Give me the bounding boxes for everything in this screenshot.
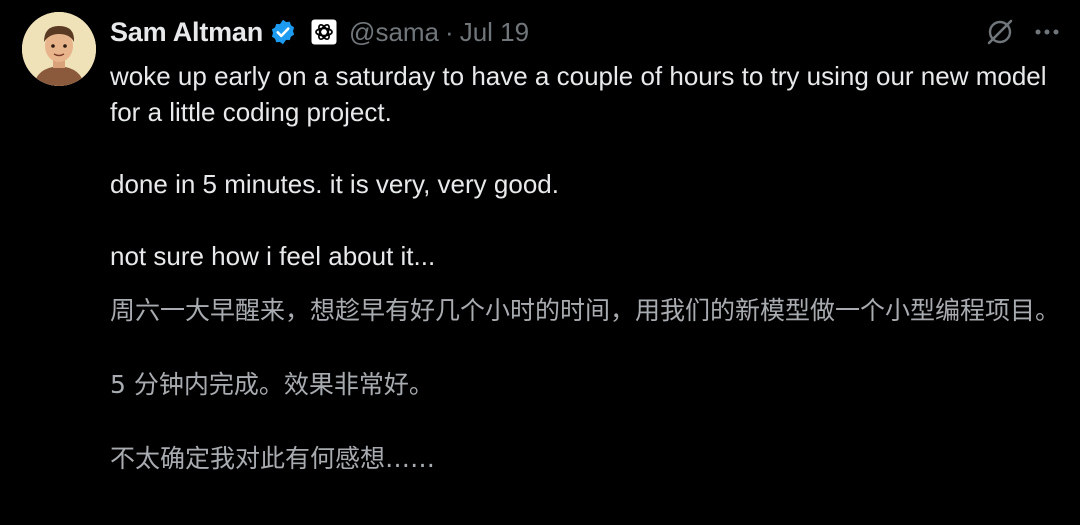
translation-paragraph: 不太确定我对此有何感想…… [110, 444, 436, 473]
tweet-paragraph: done in 5 minutes. it is very, very good… [110, 169, 559, 199]
translation-paragraph: 5 分钟内完成。效果非常好。 [110, 370, 434, 399]
author-name[interactable]: Sam Altman [110, 17, 263, 48]
tweet-date[interactable]: Jul 19 [460, 17, 529, 48]
tweet: Sam Altman @sama · Jul 19 woke up early … [0, 0, 1080, 525]
translation-paragraph: 周六一大早醒来，想趁早有好几个小时的时间，用我们的新模型做一个小型编程项目。 [110, 296, 1061, 325]
more-options-icon[interactable] [1032, 17, 1062, 47]
verified-badge-icon [269, 18, 297, 46]
openai-logo-icon[interactable] [311, 19, 337, 45]
grok-icon[interactable] [984, 16, 1016, 48]
tweet-actions [984, 14, 1062, 50]
avatar[interactable] [22, 12, 96, 86]
tweet-header: Sam Altman @sama · Jul 19 [110, 14, 529, 50]
tweet-paragraph: not sure how i feel about it... [110, 241, 436, 271]
tweet-text: woke up early on a saturday to have a co… [110, 58, 1060, 274]
author-handle[interactable]: @sama [349, 17, 439, 48]
tweet-translation: 周六一大早醒来，想趁早有好几个小时的时间，用我们的新模型做一个小型编程项目。 5… [110, 292, 1060, 514]
tweet-paragraph: woke up early on a saturday to have a co… [110, 61, 1054, 127]
avatar-illustration [22, 12, 96, 86]
separator-dot: · [445, 16, 454, 47]
